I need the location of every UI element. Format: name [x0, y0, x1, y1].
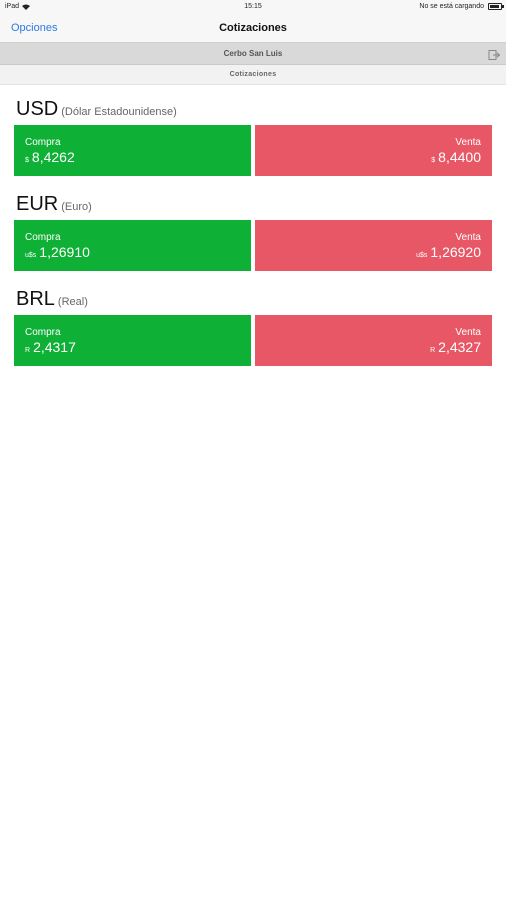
buy-tile[interactable]: Compra $8,4262 — [14, 125, 251, 176]
sell-rate: u$s 1,26920 — [416, 244, 481, 260]
buy-value: 8,4262 — [31, 149, 75, 165]
branch-bar: Cerbo San Luis — [0, 43, 506, 65]
currency-heading: EUR (Euro) — [16, 193, 92, 216]
buy-tile[interactable]: Compra R 2,4317 — [14, 315, 251, 366]
buy-rate: $8,4262 — [25, 149, 75, 165]
buy-value: 2,4317 — [33, 339, 76, 355]
page-title: Cotizaciones — [219, 22, 287, 34]
currency-code: BRL — [16, 288, 55, 310]
sell-label: Venta — [455, 232, 481, 243]
currency-heading: USD (Dólar Estadounidense) — [16, 98, 177, 121]
currency-symbol: $ — [25, 157, 29, 164]
buy-label: Compra — [25, 137, 61, 148]
logout-icon[interactable] — [488, 48, 501, 60]
battery-icon — [488, 3, 504, 10]
currency-eur: EUR (Euro) Compra u$s 1,26910 Venta u$s 1,2… — [14, 191, 492, 286]
currency-description: (Euro) — [61, 201, 92, 213]
branch-name: Cerbo San Luis — [223, 49, 283, 58]
sell-tile[interactable]: Venta u$s 1,26920 — [255, 220, 492, 271]
currency-symbol: u$s — [25, 252, 37, 259]
buy-value: 1,26910 — [39, 244, 90, 260]
buy-label: Compra — [25, 327, 61, 338]
sell-label: Venta — [455, 137, 481, 148]
buy-label: Compra — [25, 232, 61, 243]
currency-code: USD — [16, 98, 59, 120]
currency-symbol: $ — [431, 157, 436, 164]
navigation-bar: Opciones Cotizaciones — [0, 14, 506, 43]
currency-code: EUR — [16, 193, 59, 215]
currency-symbol: R — [25, 347, 31, 354]
status-bar: iPad 15:15 No se está cargando — [0, 0, 506, 14]
sell-rate: R 2,4327 — [430, 339, 481, 355]
currency-list: USD (Dólar Estadounidense) Compra $8,4262… — [14, 96, 492, 381]
sell-tile[interactable]: Venta R 2,4327 — [255, 315, 492, 366]
charging-status: No se está cargando — [419, 3, 484, 10]
buy-rate: R 2,4317 — [25, 339, 76, 355]
sell-rate: $8,4400 — [431, 149, 481, 165]
buy-rate: u$s 1,26910 — [25, 244, 90, 260]
rate-tiles: Compra R 2,4317 Venta R 2,4327 — [14, 315, 492, 366]
sell-tile[interactable]: Venta $8,4400 — [255, 125, 492, 176]
currency-symbol: u$s — [416, 252, 428, 259]
currency-brl: BRL (Real) Compra R 2,4317 Venta R 2,4327 — [14, 286, 492, 381]
section-header: Cotizaciones — [0, 65, 506, 85]
sell-value: 8,4400 — [438, 149, 481, 165]
sell-label: Venta — [455, 327, 481, 338]
buy-tile[interactable]: Compra u$s 1,26910 — [14, 220, 251, 271]
currency-symbol: R — [430, 347, 436, 354]
currency-description: (Real) — [57, 296, 88, 308]
sell-value: 2,4327 — [438, 339, 481, 355]
sell-value: 1,26920 — [430, 244, 481, 260]
rate-tiles: Compra $8,4262 Venta $8,4400 — [14, 125, 492, 176]
currency-description: (Dólar Estadounidense) — [61, 106, 177, 118]
currency-usd: USD (Dólar Estadounidense) Compra $8,4262… — [14, 96, 492, 191]
currency-heading: BRL (Real) — [16, 288, 88, 311]
status-right: No se está cargando — [419, 3, 504, 10]
section-label: Cotizaciones — [229, 71, 277, 78]
rate-tiles: Compra u$s 1,26910 Venta u$s 1,26920 — [14, 220, 492, 271]
